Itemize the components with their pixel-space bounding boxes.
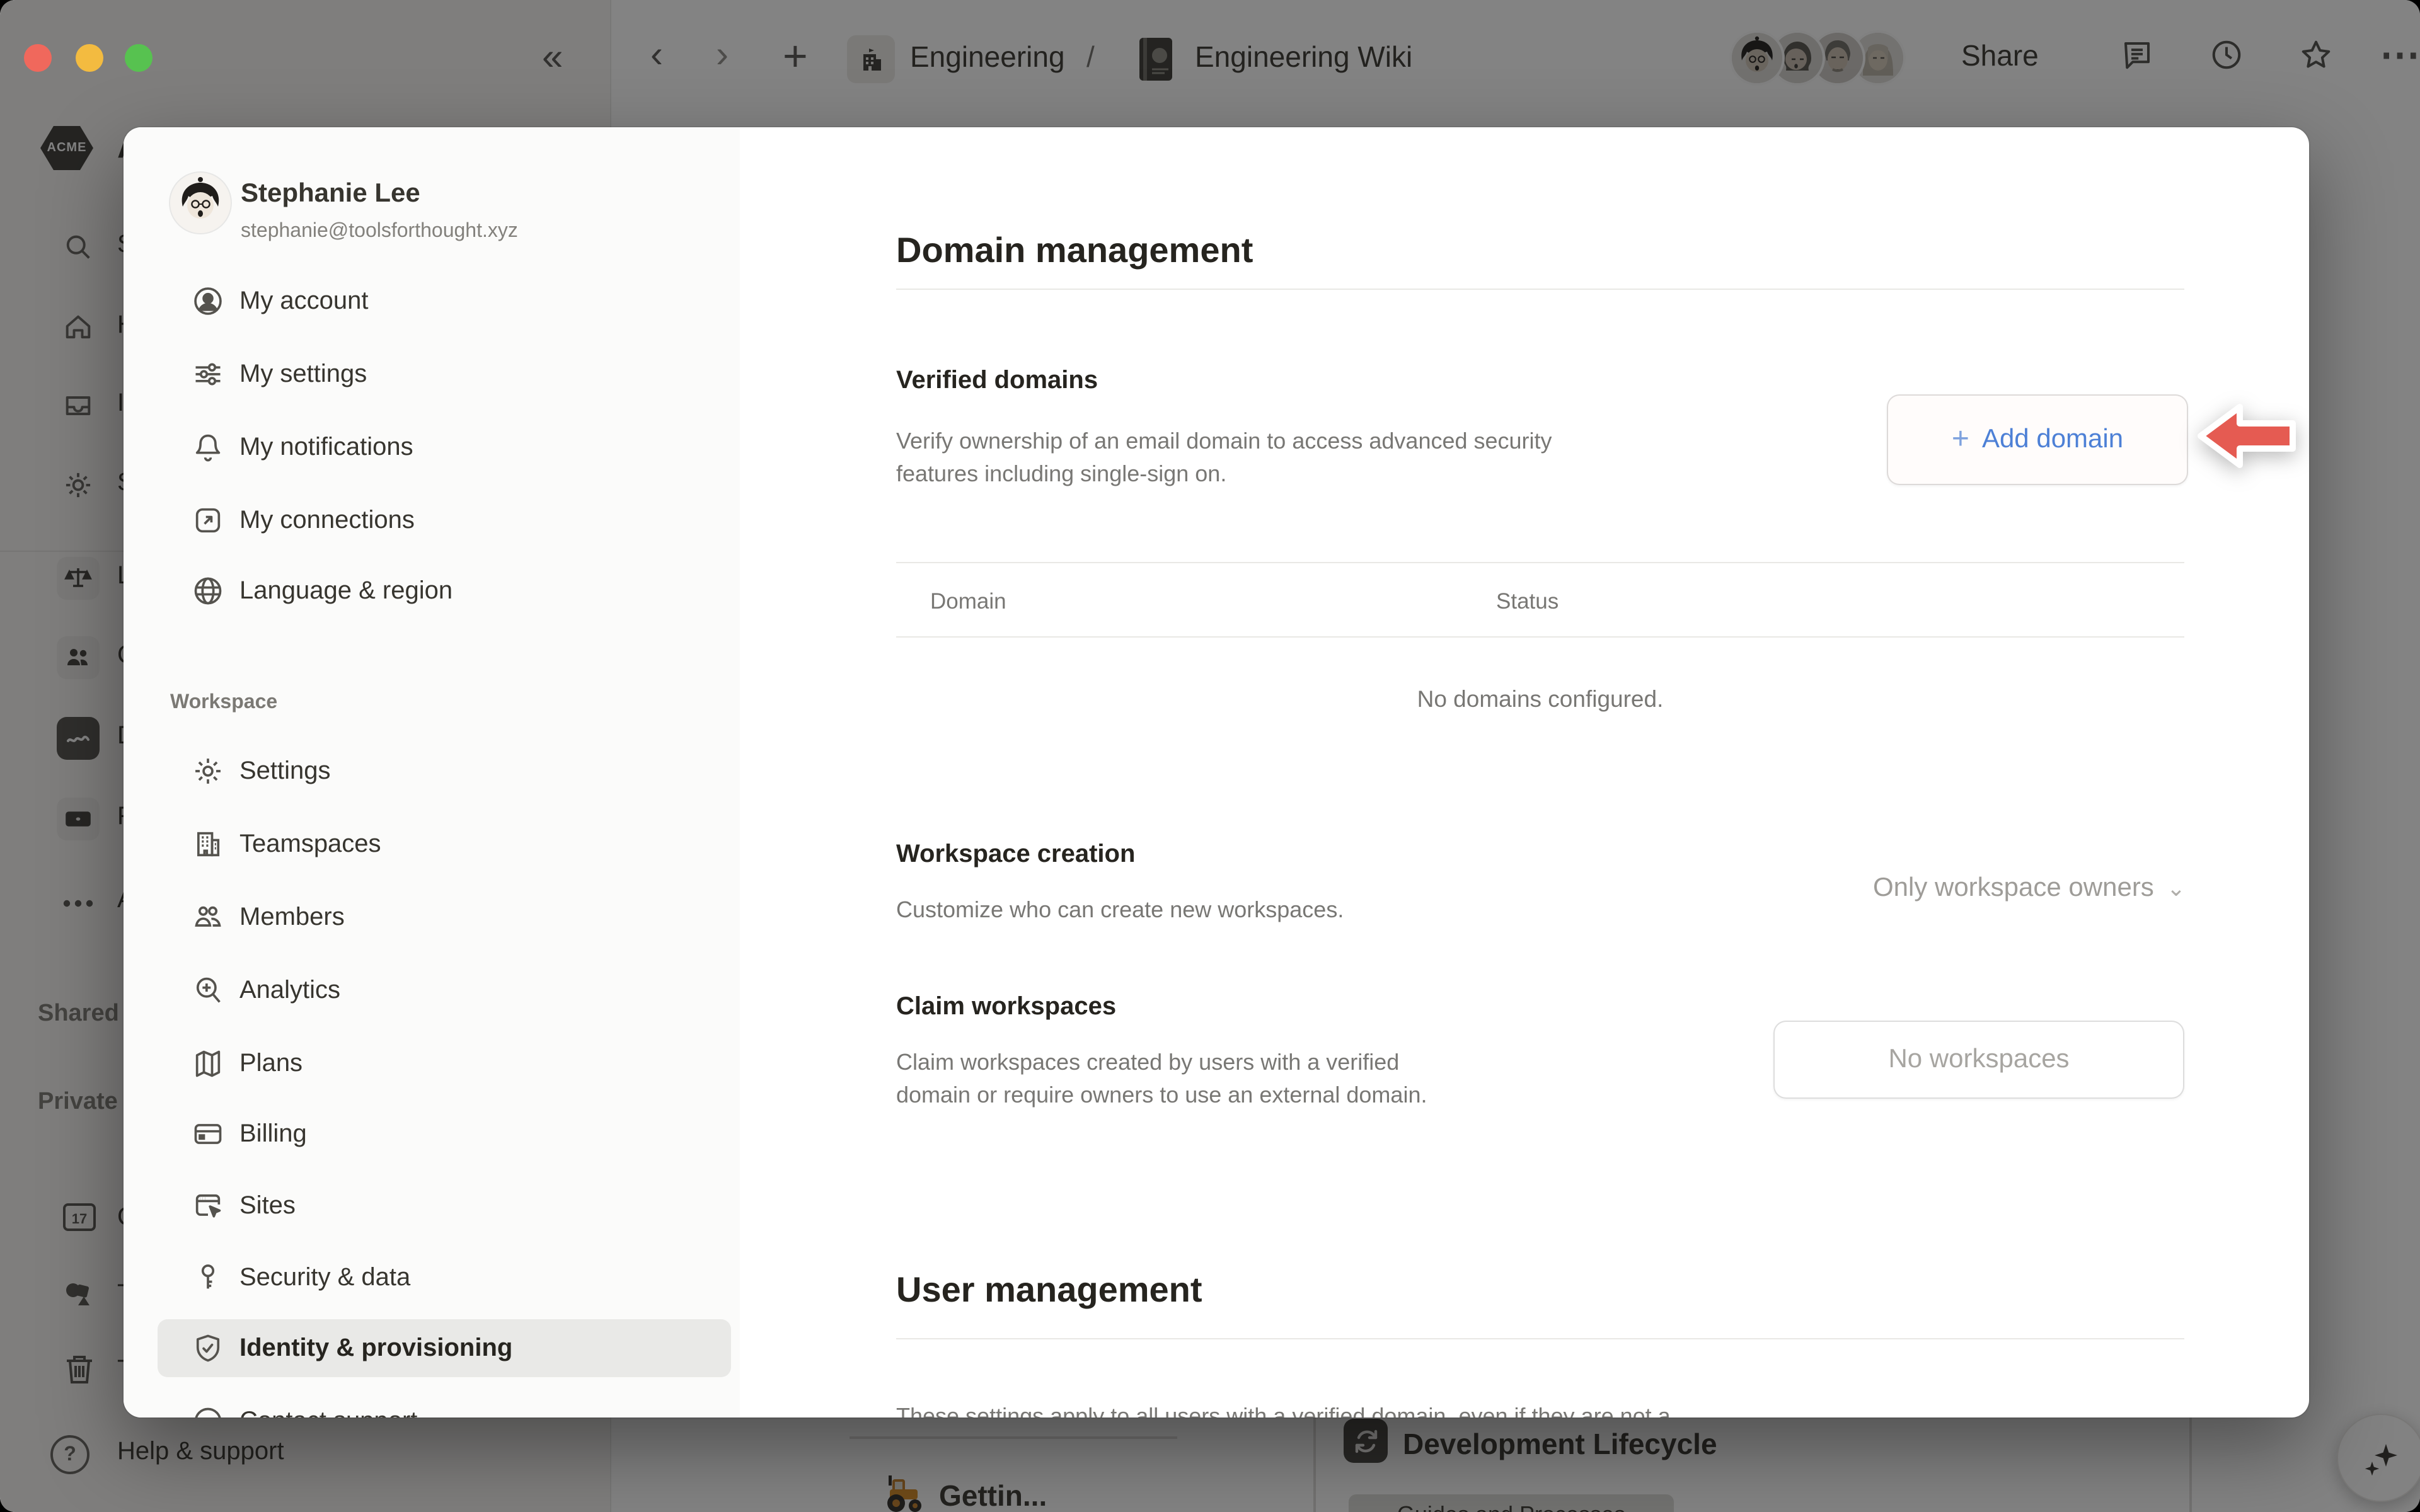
workspace-section-label: Workspace (170, 692, 277, 714)
settings-modal: Stephanie Lee stephanie@toolsforthought.… (124, 127, 2309, 1418)
dropdown-value: Only workspace owners (1873, 873, 2154, 903)
page-title: Domain management (896, 231, 1253, 271)
table-empty-state: No domains configured. (896, 685, 2184, 713)
claim-workspaces-description: Claim workspaces created by users with a… (896, 1046, 1427, 1111)
sidebar-item-label: Security & data (239, 1263, 410, 1292)
two-people-icon (192, 901, 224, 934)
description-line: Claim workspaces created by users with a… (896, 1046, 1427, 1079)
sidebar-item-my-notifications[interactable]: My notifications (158, 418, 731, 476)
user-avatar (170, 173, 231, 233)
sidebar-item-my-account[interactable]: My account (158, 272, 731, 330)
sidebar-item-label: My connections (239, 506, 415, 535)
building-icon (192, 828, 224, 861)
gear-icon (192, 755, 224, 788)
sidebar-item-label: Identity & provisioning (239, 1334, 512, 1363)
sliders-icon (192, 358, 224, 391)
claim-workspaces-heading: Claim workspaces (896, 993, 1116, 1022)
sidebar-item-security-data[interactable]: Security & data (158, 1249, 731, 1307)
table-top-border (896, 562, 2184, 563)
key-icon (192, 1261, 224, 1294)
sidebar-item-label: Billing (239, 1120, 307, 1148)
sidebar-item-label: Contact support (239, 1407, 417, 1418)
sidebar-item-label: My settings (239, 360, 367, 389)
sidebar-item-partial[interactable]: Contact support (158, 1392, 731, 1418)
browser-cursor-icon (192, 1189, 224, 1222)
section-divider (896, 289, 2184, 290)
person-circle-icon (192, 285, 224, 318)
sidebar-item-members[interactable]: Members (158, 888, 731, 946)
sidebar-item-label: Analytics (239, 976, 340, 1005)
no-workspaces-button[interactable]: No workspaces (1773, 1021, 2184, 1099)
description-line: Verify ownership of an email domain to a… (896, 425, 1552, 457)
plus-icon: + (1952, 422, 1969, 457)
sidebar-item-analytics[interactable]: Analytics (158, 961, 731, 1019)
window-close-button[interactable] (24, 44, 52, 72)
sidebar-item-identity-provisioning[interactable]: Identity & provisioning (158, 1319, 731, 1377)
map-icon (192, 1047, 224, 1080)
sidebar-item-billing[interactable]: Billing (158, 1105, 731, 1163)
globe-icon (192, 575, 224, 607)
magnifier-sparkle-icon (192, 974, 224, 1007)
bell-icon (192, 431, 224, 464)
sidebar-item-my-connections[interactable]: My connections (158, 491, 731, 549)
sidebar-item-teamspaces[interactable]: Teamspaces (158, 815, 731, 873)
section-divider (896, 1338, 2184, 1339)
app-window: ACME A S H I S L C D F A Shared Private … (0, 0, 2420, 1512)
verified-domains-description: Verify ownership of an email domain to a… (896, 425, 1552, 490)
account-name: Stephanie Lee (241, 179, 420, 209)
sidebar-item-label: Language & region (239, 576, 452, 605)
sidebar-item-label: Members (239, 903, 345, 932)
table-bottom-border (896, 636, 2184, 638)
workspace-creation-dropdown[interactable]: Only workspace owners ⌄ (1729, 873, 2186, 903)
sidebar-item-plans[interactable]: Plans (158, 1034, 731, 1092)
add-domain-button[interactable]: + Add domain (1887, 394, 2188, 485)
account-email: stephanie@toolsforthought.xyz (241, 220, 518, 243)
window-zoom-button[interactable] (125, 44, 153, 72)
chevron-down-icon: ⌄ (2167, 875, 2186, 902)
table-header-status: Status (1496, 588, 1559, 615)
table-header-domain: Domain (930, 588, 1006, 615)
sidebar-item-label: My account (239, 287, 369, 316)
credit-card-icon (192, 1118, 224, 1150)
arrow-out-box-icon (192, 504, 224, 537)
description-line: features including single-sign on. (896, 457, 1552, 490)
sidebar-item-label: My notifications (239, 433, 413, 462)
workspace-creation-description: Customize who can create new workspaces. (896, 893, 1344, 926)
description-line: domain or require owners to use an exter… (896, 1079, 1427, 1111)
sidebar-item-label: Sites (239, 1191, 296, 1220)
window-minimize-button[interactable] (76, 44, 103, 72)
no-workspaces-label: No workspaces (1888, 1045, 2069, 1075)
verified-domains-heading: Verified domains (896, 367, 1098, 396)
sidebar-item-my-settings[interactable]: My settings (158, 345, 731, 403)
sidebar-item-label: Settings (239, 757, 331, 786)
sidebar-item-label: Teamspaces (239, 830, 381, 859)
sidebar-item-settings[interactable]: Settings (158, 742, 731, 800)
shield-check-icon (192, 1332, 224, 1365)
add-domain-label: Add domain (1982, 425, 2123, 455)
sidebar-item-sites[interactable]: Sites (158, 1177, 731, 1235)
user-management-heading: User management (896, 1270, 1202, 1310)
sidebar-item-label: Plans (239, 1049, 302, 1078)
clipped-settings-text: These settings apply to all users with a… (896, 1400, 1671, 1418)
circle-icon (192, 1405, 224, 1418)
workspace-creation-heading: Workspace creation (896, 840, 1135, 869)
sidebar-item-language-region[interactable]: Language & region (158, 562, 731, 620)
annotation-arrow-icon (2197, 397, 2298, 481)
